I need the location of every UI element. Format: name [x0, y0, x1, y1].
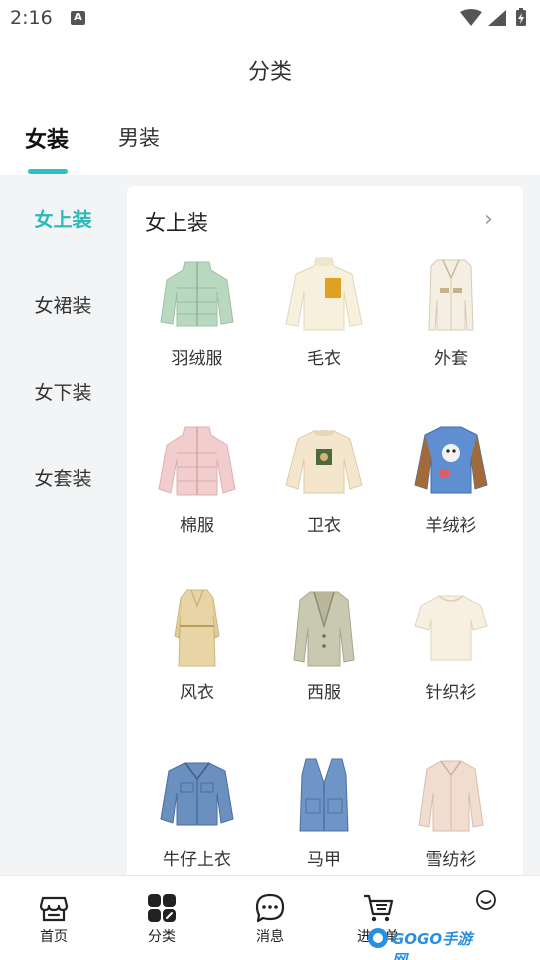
sweatshirt-icon: [285, 430, 363, 494]
chevron-right-icon[interactable]: ›: [484, 207, 493, 232]
category-label: 牛仔上衣: [163, 850, 231, 870]
category-label: 雪纺衫: [425, 850, 477, 870]
category-item-coat[interactable]: 外套: [388, 252, 514, 369]
category-label: 风衣: [180, 683, 214, 703]
watermark: GOGO手游网: [366, 925, 478, 960]
category-label: 羽绒服: [171, 349, 223, 369]
cashmere-sweater-icon: [414, 426, 488, 494]
system-status-icons: [460, 8, 526, 26]
category-item-knit-top[interactable]: 针织衫: [388, 586, 514, 703]
page-title: 分类: [247, 60, 292, 85]
sidebar-item-sets[interactable]: 女套装: [0, 464, 126, 491]
category-item-sweatshirt[interactable]: 卫衣: [261, 419, 387, 536]
category-label: 羊绒衫: [425, 516, 477, 536]
category-label: 外套: [434, 349, 468, 369]
category-label: 马甲: [307, 850, 341, 870]
category-label: 棉服: [180, 516, 214, 536]
nav-label: 消息: [256, 929, 284, 945]
category-item-trench-coat[interactable]: 风衣: [134, 586, 260, 703]
category-label: 西服: [307, 683, 341, 703]
vest-icon: [299, 758, 349, 832]
knit-top-icon: [414, 595, 488, 661]
nav-item-messages[interactable]: 消息: [240, 892, 300, 946]
category-label: 毛衣: [307, 349, 341, 369]
category-item-cashmere-sweater[interactable]: 羊绒衫: [388, 419, 514, 536]
category-item-padded-jacket[interactable]: 棉服: [134, 419, 260, 536]
status-bar: 2:16 A: [0, 0, 540, 36]
nav-label: 分类: [148, 929, 176, 945]
sidebar-item-tops[interactable]: 女上装: [0, 205, 126, 232]
nav-item-category[interactable]: 分类: [132, 892, 192, 946]
sidebar-item-skirts[interactable]: 女裙装: [0, 291, 126, 318]
cart-icon: [364, 894, 394, 922]
grid-icon: [148, 894, 176, 922]
category-item-blazer[interactable]: 西服: [261, 586, 387, 703]
nav-label: 首页: [40, 929, 68, 945]
category-label: 卫衣: [307, 516, 341, 536]
category-label: 针织衫: [425, 683, 477, 703]
chat-icon: [255, 893, 285, 923]
nav-item-profile[interactable]: [456, 888, 516, 914]
chiffon-shirt-icon: [418, 760, 484, 832]
category-panel: 女上装 › 羽绒服 毛衣 外套 棉服 卫衣 羊绒衫 风衣 西服 针织衫 牛仔上衣…: [127, 186, 523, 875]
active-tab-indicator: [28, 169, 68, 174]
sweater-icon: [285, 257, 363, 331]
trench-coat-icon: [174, 589, 220, 667]
blazer-icon: [293, 591, 355, 667]
coat-icon: [428, 259, 474, 331]
category-item-denim-jacket[interactable]: 牛仔上衣: [134, 753, 260, 870]
notification-icon: A: [71, 11, 85, 25]
padded-jacket-icon: [158, 426, 236, 496]
smile-icon: [476, 890, 496, 910]
category-item-chiffon-shirt[interactable]: 雪纺衫: [388, 753, 514, 870]
status-time: 2:16: [10, 7, 53, 29]
nav-item-home[interactable]: 首页: [24, 892, 84, 946]
watermark-logo-icon: [368, 928, 388, 948]
store-icon: [39, 896, 69, 922]
down-jacket-icon: [160, 261, 234, 327]
panel-title: 女上装: [145, 211, 208, 235]
watermark-text: GOGO手游网: [392, 930, 473, 960]
category-item-down-jacket[interactable]: 羽绒服: [134, 252, 260, 369]
tab-mens[interactable]: 男装: [118, 122, 160, 152]
tab-womens[interactable]: 女装: [25, 122, 69, 154]
category-item-sweater[interactable]: 毛衣: [261, 252, 387, 369]
denim-jacket-icon: [160, 762, 234, 826]
category-item-vest[interactable]: 马甲: [261, 753, 387, 870]
sidebar-item-bottoms[interactable]: 女下装: [0, 378, 126, 405]
